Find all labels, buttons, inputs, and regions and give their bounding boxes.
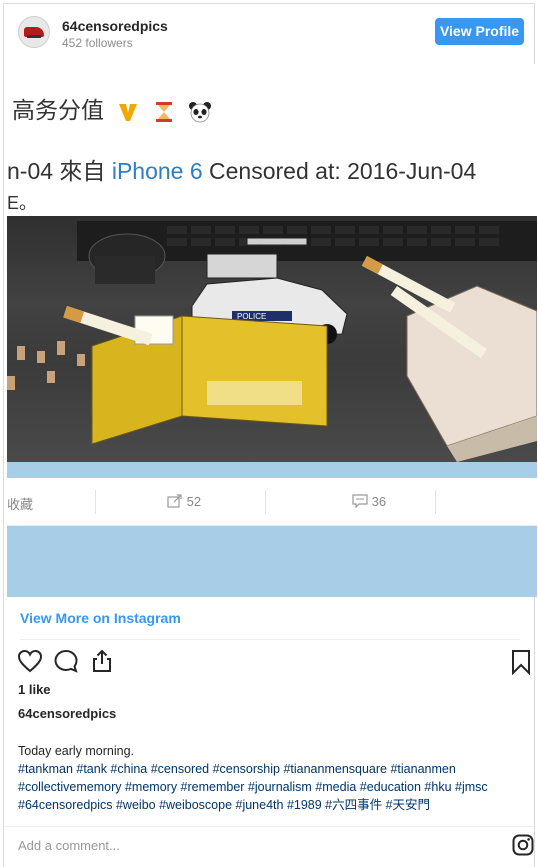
tank-cigarette-photo: POLICE: [7, 216, 537, 462]
follower-count: 452 followers: [62, 36, 133, 50]
screenshot-text-line1: 高务分值: [12, 91, 212, 125]
bookmark-icon[interactable]: [510, 649, 532, 675]
caption-hashtags[interactable]: #tankman #tank #china #censored #censors…: [18, 760, 523, 814]
divider: [20, 639, 520, 640]
photo-illustration: POLICE: [7, 221, 537, 462]
caption-text: Today early morning.: [18, 744, 135, 758]
screenshot-text-line3: E。: [7, 193, 38, 213]
post-caption: Today early morning. #tankman #tank #chi…: [18, 742, 523, 814]
screenshot-blue-area: [7, 526, 537, 597]
hourglass-icon: [155, 101, 172, 122]
view-profile-button[interactable]: View Profile: [435, 18, 524, 45]
screenshot-date-prefix: n-04 來自: [7, 158, 112, 184]
comment-icon[interactable]: [53, 649, 79, 673]
heart-icon[interactable]: [17, 649, 43, 673]
repost-icon: [167, 494, 182, 508]
avatar-logo-bar: [27, 35, 41, 38]
comment-bubble-icon: [352, 494, 368, 509]
screenshot-share-count: 52: [186, 494, 202, 509]
panda-icon: [188, 101, 211, 122]
profile-username[interactable]: 64censoredpics: [62, 18, 168, 34]
share-icon[interactable]: [89, 649, 115, 673]
screenshot-separator: [95, 490, 96, 514]
screenshot-censored-date: Censored at: 2016-Jun-04: [202, 158, 477, 184]
avatar[interactable]: [18, 16, 50, 48]
screenshot-device-link: iPhone 6: [111, 158, 203, 184]
screenshot-text-line2: n-04 來自 iPhone 6 Censored at: 2016-Jun-0…: [7, 152, 476, 186]
comment-divider: [4, 826, 534, 827]
screenshot-comment-count: 36: [371, 494, 387, 509]
screenshot-favorite-label: 收藏: [7, 497, 34, 512]
instagram-icon[interactable]: [512, 834, 534, 856]
post-image[interactable]: 高务分值 n-04 來自 iPhone 6 Censored at: 2016-…: [7, 64, 537, 597]
screenshot-text-chinese: 高务分值: [12, 98, 104, 124]
instagram-embed-card: 64censoredpics 452 followers View Profil…: [3, 3, 537, 867]
screenshot-share-action: 52: [167, 494, 201, 509]
screenshot-separator: [265, 490, 266, 514]
screenshot-action-bar: 收藏 52 36: [7, 478, 537, 526]
screenshot-stripe: [7, 462, 537, 478]
post-owner-username[interactable]: 64censoredpics: [18, 706, 116, 721]
view-more-link[interactable]: View More on Instagram: [20, 610, 181, 626]
screenshot-comment-action: 36: [352, 494, 386, 509]
add-comment-input[interactable]: Add a comment...: [18, 838, 120, 853]
like-count[interactable]: 1 like: [18, 682, 51, 697]
screenshot-separator: [435, 490, 436, 514]
v-badge-icon: [119, 103, 138, 121]
post-header: 64censoredpics 452 followers View Profil…: [4, 4, 534, 60]
